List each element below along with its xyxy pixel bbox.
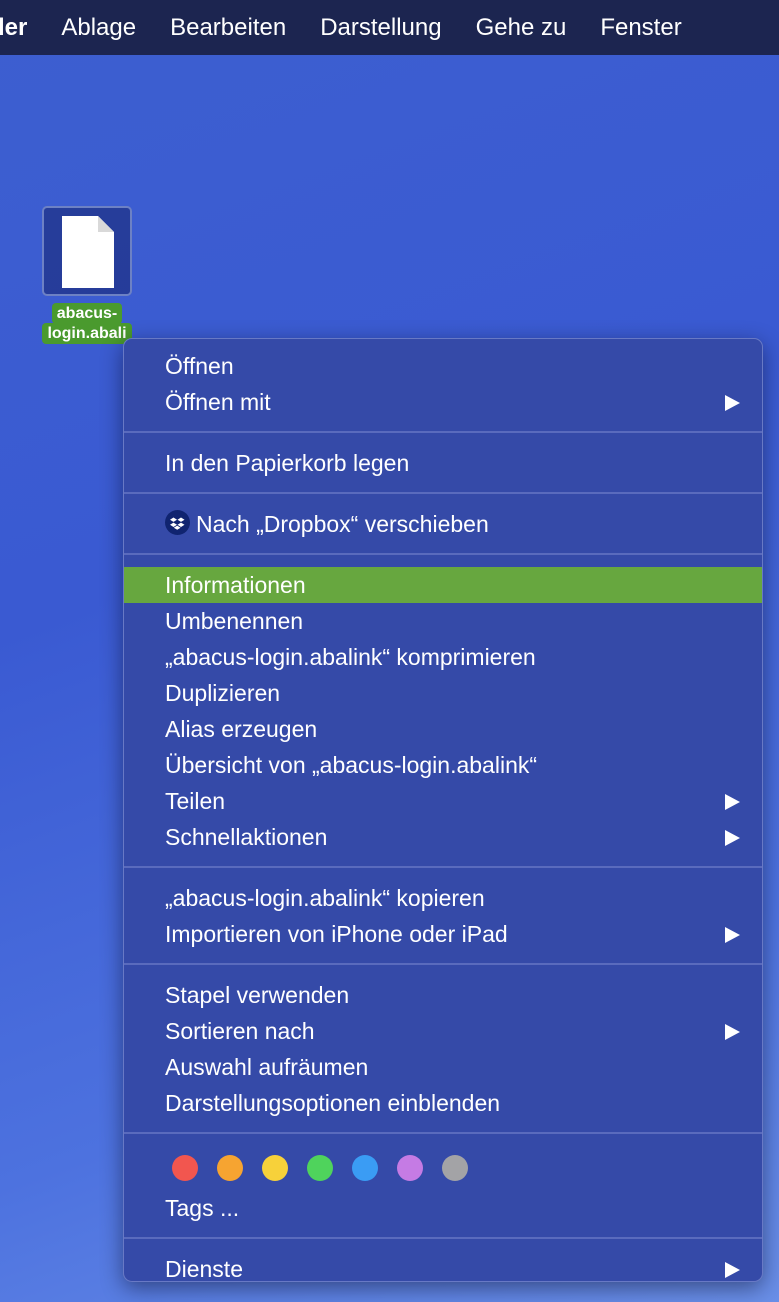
menu-item-copy[interactable]: „abacus-login.abalink“ kopieren [124, 880, 762, 916]
menu-gehe-zu[interactable]: Gehe zu [459, 14, 584, 42]
menu-item-import[interactable]: Importieren von iPhone oder iPad [124, 916, 762, 952]
submenu-arrow-icon [725, 1262, 740, 1278]
menu-item-clean-up[interactable]: Auswahl aufräumen [124, 1049, 762, 1085]
menu-separator [124, 1237, 762, 1239]
menu-item-label: Auswahl aufräumen [165, 1054, 369, 1080]
menu-separator [124, 1132, 762, 1134]
context-menu: Öffnen Öffnen mit In den Papierkorb lege… [123, 338, 763, 1282]
tag-blue-dot[interactable] [352, 1155, 378, 1181]
tag-green-dot[interactable] [307, 1155, 333, 1181]
menu-item-label: Darstellungsoptionen einblenden [165, 1090, 501, 1116]
menu-item-compress[interactable]: „abacus-login.abalink“ komprimieren [124, 639, 762, 675]
menu-separator [124, 553, 762, 555]
menu-ablage[interactable]: Ablage [44, 14, 153, 42]
menu-item-label: „abacus-login.abalink“ komprimieren [165, 644, 536, 670]
menu-item-rename[interactable]: Umbenennen [124, 603, 762, 639]
menu-item-label: Teilen [165, 788, 226, 814]
menu-item-label: Schnellaktionen [165, 824, 328, 850]
submenu-arrow-icon [725, 830, 740, 846]
menu-item-label: Sortieren nach [165, 1018, 315, 1044]
menu-item-duplicate[interactable]: Duplizieren [124, 675, 762, 711]
menu-item-open[interactable]: Öffnen [124, 348, 762, 384]
menu-item-label: Importieren von iPhone oder iPad [165, 921, 508, 947]
dropbox-icon [165, 510, 190, 536]
menu-item-services[interactable]: Dienste [124, 1251, 762, 1282]
menu-item-label: Nach „Dropbox“ verschieben [196, 511, 489, 537]
menu-item-label: Alias erzeugen [165, 716, 318, 742]
menu-item-label: In den Papierkorb legen [165, 450, 410, 476]
menu-item-view-options[interactable]: Darstellungsoptionen einblenden [124, 1085, 762, 1121]
menu-darstellung[interactable]: Darstellung [303, 14, 458, 42]
menu-item-label: Informationen [165, 572, 306, 598]
submenu-arrow-icon [725, 927, 740, 943]
menu-item-label: Übersicht von „abacus-login.abalink“ [165, 752, 538, 778]
menu-item-stacks[interactable]: Stapel verwenden [124, 977, 762, 1013]
menu-item-label: Tags ... [165, 1195, 240, 1221]
document-icon [62, 216, 114, 288]
menu-item-alias[interactable]: Alias erzeugen [124, 711, 762, 747]
menu-item-dropbox[interactable]: Nach „Dropbox“ verschieben [124, 506, 762, 542]
menu-item-label: Dienste [165, 1256, 243, 1282]
file-label-line2: login.abali [42, 323, 132, 344]
tag-red-dot[interactable] [172, 1155, 198, 1181]
tag-purple-dot[interactable] [397, 1155, 423, 1181]
menu-separator [124, 431, 762, 433]
menu-item-quicklook[interactable]: Übersicht von „abacus-login.abalink“ [124, 747, 762, 783]
submenu-arrow-icon [725, 1024, 740, 1040]
tag-color-row [124, 1146, 762, 1190]
desktop-file-icon[interactable] [42, 206, 132, 296]
menu-item-label: Öffnen [165, 353, 234, 379]
menu-item-trash[interactable]: In den Papierkorb legen [124, 445, 762, 481]
submenu-arrow-icon [725, 395, 740, 411]
menu-item-sort-by[interactable]: Sortieren nach [124, 1013, 762, 1049]
file-label-line1: abacus- [51, 303, 123, 324]
menu-item-label: Stapel verwenden [165, 982, 350, 1008]
menu-item-label: Umbenennen [165, 608, 304, 634]
menu-separator [124, 963, 762, 965]
menu-item-quick-actions[interactable]: Schnellaktionen [124, 819, 762, 855]
menu-item-open-with[interactable]: Öffnen mit [124, 384, 762, 420]
tag-gray-dot[interactable] [442, 1155, 468, 1181]
menu-bearbeiten[interactable]: Bearbeiten [153, 14, 303, 42]
menu-item-info[interactable]: Informationen [124, 567, 762, 603]
menu-app-finder[interactable]: ler [0, 14, 44, 42]
menu-item-tags[interactable]: Tags ... [124, 1190, 762, 1226]
tag-yellow-dot[interactable] [262, 1155, 288, 1181]
menu-bar: ler Ablage Bearbeiten Darstellung Gehe z… [0, 0, 779, 55]
menu-item-label: Duplizieren [165, 680, 281, 706]
menu-item-share[interactable]: Teilen [124, 783, 762, 819]
submenu-arrow-icon [725, 794, 740, 810]
menu-separator [124, 492, 762, 494]
tag-orange-dot[interactable] [217, 1155, 243, 1181]
menu-separator [124, 866, 762, 868]
menu-item-label: „abacus-login.abalink“ kopieren [165, 885, 485, 911]
menu-fenster[interactable]: Fenster [583, 14, 698, 42]
menu-item-label: Öffnen mit [165, 389, 271, 415]
